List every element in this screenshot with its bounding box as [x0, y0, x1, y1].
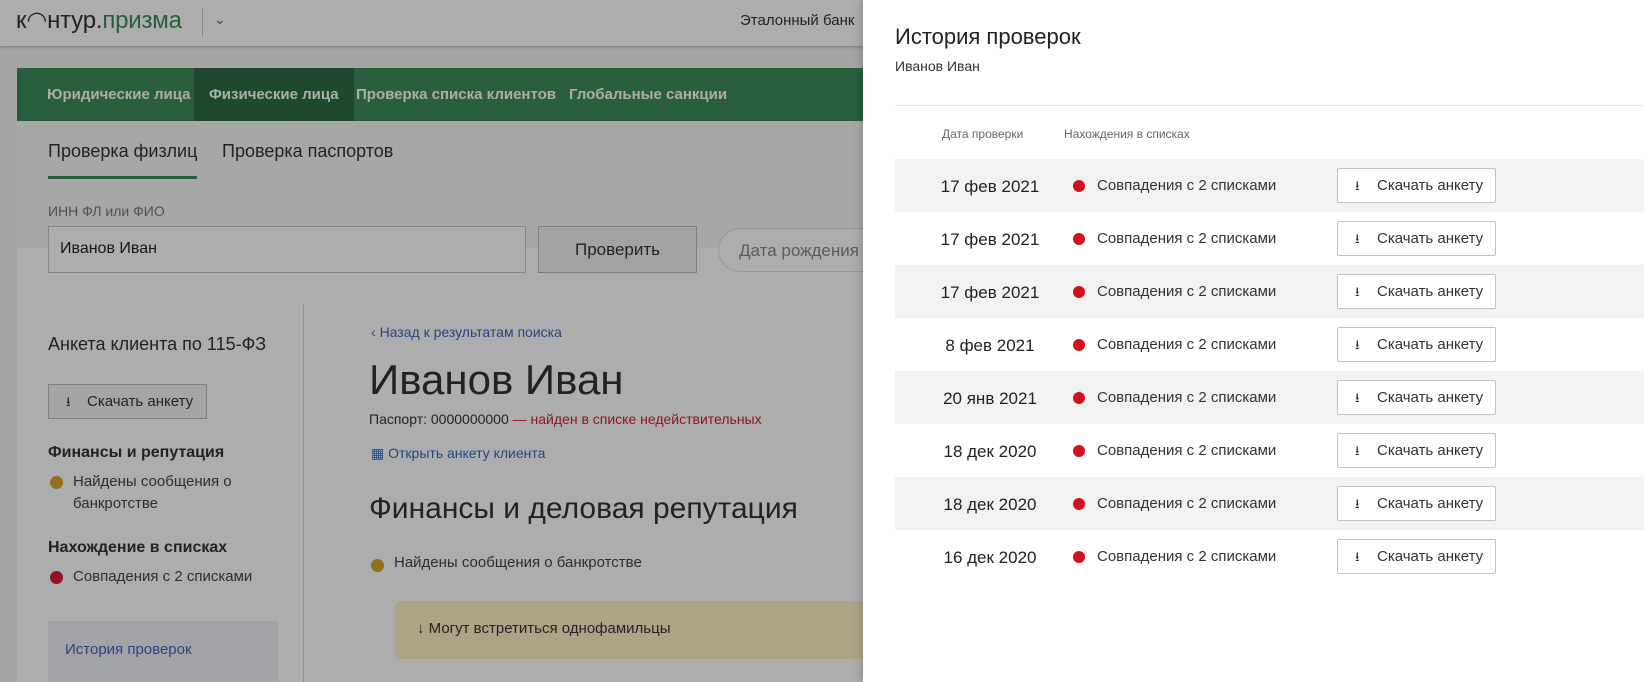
check-date: 18 дек 2020 [943, 495, 1037, 514]
check-date: 20 янв 2021 [943, 389, 1037, 408]
download-form-label: Скачать анкету [1377, 442, 1484, 459]
match-status: Совпадения с 2 списками [1097, 495, 1277, 512]
match-status: Совпадения с 2 списками [1097, 389, 1277, 406]
match-dot-icon [1073, 551, 1085, 563]
download-form-label: Скачать анкету [1377, 389, 1484, 406]
match-dot-icon [1073, 445, 1085, 457]
download-form-label: Скачать анкету [1377, 548, 1484, 565]
table-row: 8 фев 2021 Совпадения с 2 списками ⭳ Скач… [895, 318, 1644, 371]
table-row: 16 дек 2020 Совпадения с 2 списками ⭳ Ска… [895, 530, 1644, 583]
download-icon: ⭳ [1355, 549, 1360, 564]
download-form-button[interactable]: ⭳ Скачать анкету [1337, 168, 1496, 203]
match-status: Совпадения с 2 списками [1097, 283, 1277, 300]
table-row: 17 фев 2021 Совпадения с 2 списками ⭳ Ска… [895, 265, 1644, 318]
download-form-button[interactable]: ⭳ Скачать анкету [1337, 539, 1496, 574]
download-icon: ⭳ [1355, 443, 1360, 458]
download-icon: ⭳ [1355, 337, 1360, 352]
column-header-date: Дата проверки [942, 127, 1024, 141]
download-form-label: Скачать анкету [1377, 177, 1484, 194]
download-icon: ⭳ [1355, 390, 1360, 405]
download-form-label: Скачать анкету [1377, 336, 1484, 353]
download-form-button[interactable]: ⭳ Скачать анкету [1337, 327, 1496, 362]
column-header-lists: Нахождения в списках [1064, 127, 1190, 141]
panel-divider [895, 105, 1644, 106]
download-icon: ⭳ [1355, 178, 1360, 193]
match-dot-icon [1073, 392, 1085, 404]
match-dot-icon [1073, 180, 1085, 192]
table-row: 18 дек 2020 Совпадения с 2 списками ⭳ Ска… [895, 477, 1644, 530]
history-panel: История проверок Иванов Иван Дата провер… [863, 0, 1644, 682]
check-date: 16 дек 2020 [943, 548, 1037, 567]
match-status: Совпадения с 2 списками [1097, 336, 1277, 353]
table-row: 20 янв 2021 Совпадения с 2 списками ⭳ Ска… [895, 371, 1644, 424]
panel-title: История проверок [895, 24, 1081, 49]
download-icon: ⭳ [1355, 231, 1360, 246]
match-status: Совпадения с 2 списками [1097, 548, 1277, 565]
download-icon: ⭳ [1355, 284, 1360, 299]
check-date: 17 фев 2021 [940, 283, 1040, 302]
check-date: 17 фев 2021 [940, 230, 1040, 249]
match-status: Совпадения с 2 списками [1097, 177, 1277, 194]
download-form-button[interactable]: ⭳ Скачать анкету [1337, 221, 1496, 256]
download-form-button[interactable]: ⭳ Скачать анкету [1337, 274, 1496, 309]
download-form-button[interactable]: ⭳ Скачать анкету [1337, 486, 1496, 521]
history-table: 17 фев 2021 Совпадения с 2 списками ⭳ Ска… [895, 159, 1644, 583]
match-status: Совпадения с 2 списками [1097, 442, 1277, 459]
check-date: 18 дек 2020 [943, 442, 1037, 461]
download-form-button[interactable]: ⭳ Скачать анкету [1337, 433, 1496, 468]
table-row: 17 фев 2021 Совпадения с 2 списками ⭳ Ска… [895, 212, 1644, 265]
panel-subtitle: Иванов Иван [895, 58, 980, 74]
download-form-label: Скачать анкету [1377, 283, 1484, 300]
match-dot-icon [1073, 498, 1085, 510]
match-dot-icon [1073, 233, 1085, 245]
check-date: 17 фев 2021 [940, 177, 1040, 196]
check-date: 8 фев 2021 [945, 336, 1035, 355]
match-dot-icon [1073, 286, 1085, 298]
table-row: 17 фев 2021 Совпадения с 2 списками ⭳ Ска… [895, 159, 1644, 212]
table-row: 18 дек 2020 Совпадения с 2 списками ⭳ Ска… [895, 424, 1644, 477]
match-dot-icon [1073, 339, 1085, 351]
download-form-label: Скачать анкету [1377, 495, 1484, 512]
download-form-label: Скачать анкету [1377, 230, 1484, 247]
download-form-button[interactable]: ⭳ Скачать анкету [1337, 380, 1496, 415]
match-status: Совпадения с 2 списками [1097, 230, 1277, 247]
download-icon: ⭳ [1355, 496, 1360, 511]
